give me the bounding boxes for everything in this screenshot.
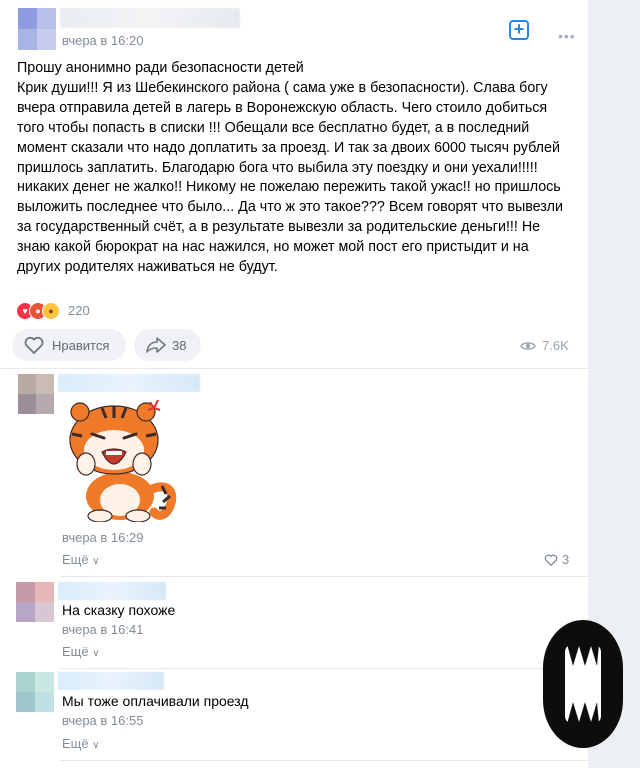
comment-avatar[interactable] <box>16 582 54 622</box>
comment-author-name[interactable] <box>58 672 164 690</box>
views-counter: 7.6K <box>520 338 569 353</box>
heart-outline-icon <box>24 336 44 354</box>
comment-divider <box>60 576 588 577</box>
chevron-down-icon: ∨ <box>92 740 100 751</box>
comment-more-button[interactable]: Ещё ∨ <box>62 552 100 567</box>
chevron-down-icon: ∨ <box>92 648 100 659</box>
comment-like-button[interactable]: 3 <box>544 552 569 567</box>
comment-author-name[interactable] <box>58 582 166 600</box>
comment-divider <box>60 760 588 761</box>
heart-outline-icon <box>544 554 558 566</box>
comment-text: Мы тоже оплачивали проезд <box>62 693 249 709</box>
comment-more-button[interactable]: Ещё ∨ <box>62 736 100 751</box>
more-label: Ещё <box>62 736 89 751</box>
more-options-icon[interactable]: ••• <box>558 28 576 44</box>
post-time[interactable]: вчера в 16:20 <box>62 33 143 48</box>
share-button[interactable]: 38 <box>134 329 201 361</box>
zero-graphic-hole <box>565 644 601 724</box>
reactions-stack[interactable]: ♥ ● ● <box>16 302 60 320</box>
zigzag-decoration-icon <box>567 644 599 724</box>
chevron-down-icon: ∨ <box>92 556 100 567</box>
add-icon[interactable]: + <box>509 20 529 40</box>
tiger-sticker <box>69 399 177 522</box>
comment-time[interactable]: вчера в 16:55 <box>62 713 143 728</box>
more-label: Ещё <box>62 644 89 659</box>
comment-time[interactable]: вчера в 16:29 <box>62 530 143 545</box>
views-count: 7.6K <box>542 338 569 353</box>
comment-avatar[interactable] <box>18 374 54 414</box>
post-text: Прошу анонимно ради безопасности детей К… <box>17 60 564 276</box>
more-label: Ещё <box>62 552 89 567</box>
author-avatar[interactable] <box>18 8 56 50</box>
like-label: Нравится <box>52 337 110 353</box>
post-divider <box>0 368 588 369</box>
comment-text: На сказку похоже <box>62 602 176 618</box>
comment-author-name[interactable] <box>58 374 200 392</box>
eye-icon <box>520 341 536 350</box>
author-name[interactable] <box>60 8 240 28</box>
reactions-count[interactable]: 220 <box>68 303 90 318</box>
like-button[interactable]: Нравится <box>12 329 126 361</box>
share-arrow-icon <box>146 337 166 353</box>
comment-like-count: 3 <box>562 552 570 567</box>
crying-reaction-icon: ● <box>42 302 60 320</box>
comment-time[interactable]: вчера в 16:41 <box>62 622 143 637</box>
comment-more-button[interactable]: Ещё ∨ <box>62 644 100 659</box>
post-card: вчера в 16:20 + ••• Прошу анонимно ради … <box>0 0 588 768</box>
share-count: 38 <box>172 337 187 353</box>
comment-avatar[interactable] <box>16 672 54 712</box>
zero-graphic <box>543 620 623 748</box>
comment-divider <box>60 668 588 669</box>
